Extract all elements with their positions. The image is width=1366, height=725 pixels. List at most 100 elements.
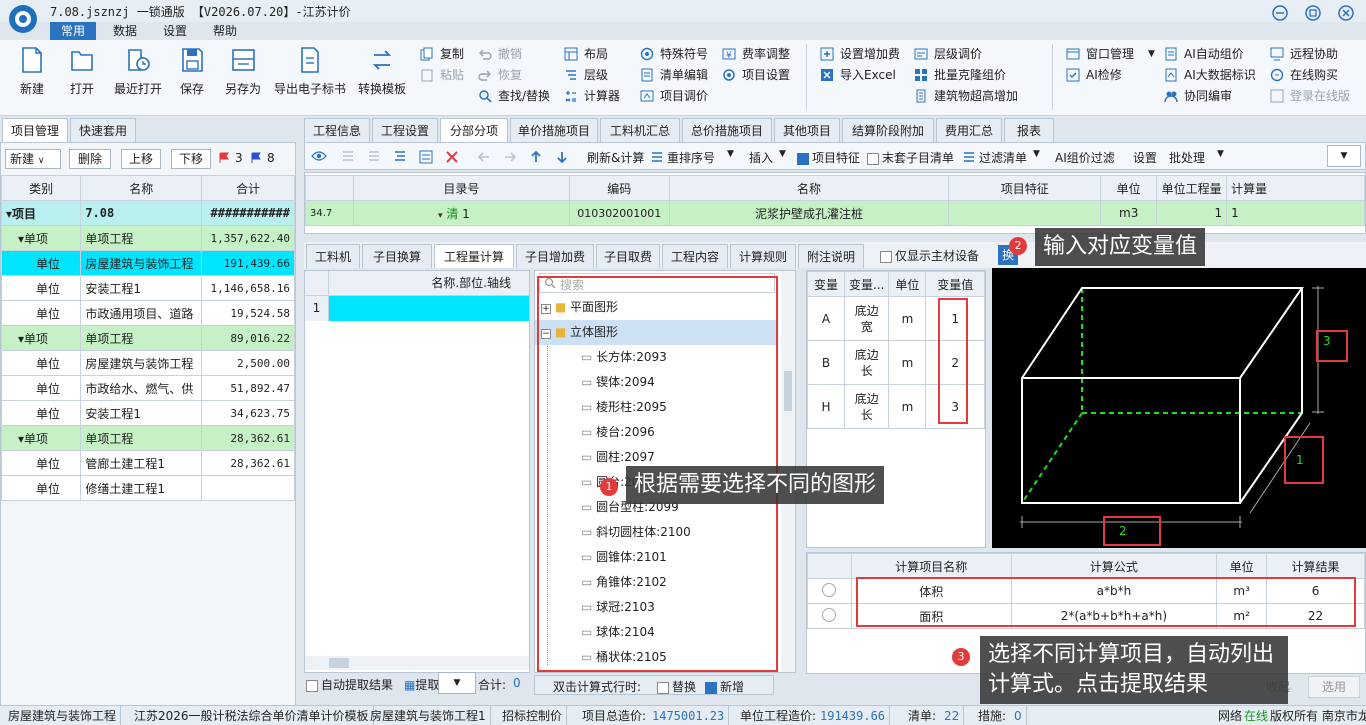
radio-volume[interactable] (807, 578, 852, 604)
menu-data[interactable]: 数据 (102, 22, 148, 40)
tab-quantity-calc[interactable]: 工程量计算 (434, 244, 514, 268)
chevron-down-icon[interactable]: ▼ (1217, 149, 1224, 159)
ai-price-filter-button[interactable]: AI组价过滤 (1055, 149, 1115, 166)
annotation-2: 输入对应变量值 (1035, 228, 1206, 266)
new-button[interactable]: 新建 (12, 46, 52, 97)
delete-icon[interactable] (445, 150, 459, 164)
show-main-material-checkbox[interactable]: 仅显示主材设备 (880, 247, 979, 264)
extract-dropdown[interactable]: ▼ (438, 672, 476, 694)
tab-materials[interactable]: 工料机 (306, 244, 360, 268)
table-row[interactable]: ▾单项 单项工程 28,362.61 (0, 425, 295, 451)
table-row[interactable]: 单位 修缮土建工程1 (0, 475, 295, 501)
arrow-down-icon[interactable] (555, 150, 569, 164)
extract-button[interactable]: ▦提取 (404, 676, 439, 693)
settings-button[interactable]: 设置 (1133, 149, 1157, 166)
table-row[interactable]: 34.7 ▾ 清 1 010302001001 泥浆护壁成孔灌注桩 m3 1 1 (305, 200, 1365, 226)
table-row[interactable]: 单位 管廊土建工程1 28,362.61 (0, 450, 295, 476)
blue-flag-icon[interactable] (251, 152, 261, 164)
delete-button[interactable]: 删除 (69, 149, 111, 169)
table-row[interactable]: ▾单项 单项工程 1,357,622.40 (0, 225, 295, 251)
collapse-all-icon[interactable] (419, 150, 433, 164)
horizontal-scrollbar[interactable] (305, 656, 529, 670)
refresh-calc-button[interactable]: 刷新&计算 (587, 149, 644, 166)
filter-icon[interactable] (963, 151, 975, 163)
tab-unit-measures[interactable]: 单价措施项目 (510, 118, 598, 142)
outdent-icon[interactable] (367, 150, 381, 164)
insert-button[interactable]: 插入 (749, 149, 773, 166)
tab-sub-extra-fee[interactable]: 子目增加费 (516, 244, 594, 268)
table-row[interactable]: 单位 房屋建筑与装饰工程 191,439.66 (0, 250, 295, 276)
tab-settlement-extra[interactable]: 结算阶段附加 (842, 118, 934, 142)
radio-area[interactable] (807, 603, 852, 629)
tab-sub-convert[interactable]: 子目换算 (362, 244, 432, 268)
new-line-checkbox[interactable]: 新增 (705, 678, 744, 695)
ribbon-separator (806, 44, 807, 110)
export-bid-button[interactable]: 导出电子标书 (272, 46, 348, 97)
filter-list-button[interactable]: 过滤清单 (979, 149, 1027, 166)
save-as-button[interactable]: 另存为 (220, 46, 266, 97)
tab-fee-summary[interactable]: 费用汇总 (936, 118, 1002, 142)
table-row[interactable]: 单位 市政给水、燃气、供 51,892.47 (0, 375, 295, 401)
indent-icon[interactable] (341, 150, 355, 164)
toolbar-more-dropdown[interactable]: ▼ (1327, 145, 1361, 167)
arrow-up-icon[interactable] (529, 150, 543, 164)
tab-total-measures[interactable]: 总价措施项目 (682, 118, 772, 142)
new-dropdown[interactable]: 新建 ∨ (5, 149, 61, 169)
tab-report[interactable]: 报表 (1004, 118, 1054, 142)
chevron-down-icon[interactable]: ▼ (1033, 149, 1040, 159)
status-unit: 房屋建筑与装饰工程 (4, 706, 122, 725)
tab-calc-rules[interactable]: 计算规则 (730, 244, 796, 268)
location-input[interactable] (329, 296, 529, 321)
menu-common[interactable]: 常用 (50, 22, 96, 40)
expand-icon[interactable] (393, 150, 407, 164)
tab-notes[interactable]: 附注说明 (798, 244, 864, 268)
tab-project-settings[interactable]: 工程设置 (372, 118, 438, 142)
move-down-button[interactable]: 下移 (171, 149, 211, 169)
tab-sub-fee[interactable]: 子目取费 (596, 244, 660, 268)
tab-project-manage[interactable]: 项目管理 (2, 118, 68, 142)
total-value: 0 (513, 676, 521, 690)
replace-checkbox[interactable]: 替换 (657, 678, 696, 695)
table-row[interactable]: 单位 安装工程1 1,146,658.16 (0, 275, 295, 301)
move-up-button[interactable]: 上移 (121, 149, 161, 169)
chevron-down-icon[interactable]: ▼ (727, 149, 734, 159)
tab-quick-apply[interactable]: 快速套用 (70, 118, 136, 142)
auto-extract-checkbox[interactable]: 自动提取结果 (306, 676, 393, 693)
recent-open-button[interactable]: 最近打开 (110, 46, 166, 97)
red-flag-icon[interactable] (219, 152, 229, 164)
arrow-left-icon[interactable] (477, 150, 491, 164)
col-var-unit: 单位 (888, 271, 927, 297)
table-row[interactable]: ▾单项 单项工程 89,016.22 (0, 325, 295, 351)
table-row[interactable]: ▾项目 7.08 ########### (0, 200, 295, 226)
status-project: 房屋建筑与装饰工程1 (366, 706, 491, 725)
chevron-down-icon[interactable]: ▼ (779, 149, 786, 159)
tab-project-info[interactable]: 工程信息 (304, 118, 370, 142)
open-button[interactable]: 打开 (62, 46, 102, 97)
eye-icon[interactable] (311, 150, 327, 162)
window-title: 7.08.jsznzj 一锁通版 【V2026.07.20】-江苏计价 (50, 5, 351, 19)
menu-settings[interactable]: 设置 (152, 22, 198, 40)
arrow-right-icon[interactable] (503, 150, 517, 164)
tab-material-summary[interactable]: 工料机汇总 (600, 118, 680, 142)
convert-template-button[interactable]: 转换模板 (354, 46, 410, 97)
reorder-button[interactable]: 重排序号 (667, 149, 715, 166)
batch-process-button[interactable]: 批处理 (1169, 149, 1205, 166)
save-button[interactable]: 保存 (172, 46, 212, 97)
table-row[interactable]: 单位 房屋建筑与装饰工程 2,500.00 (0, 350, 295, 376)
tab-work-content[interactable]: 工程内容 (662, 244, 728, 268)
close-icon[interactable] (1338, 5, 1354, 21)
menu-help[interactable]: 帮助 (202, 22, 248, 40)
tab-other-items[interactable]: 其他项目 (774, 118, 840, 142)
restore-icon[interactable] (1305, 5, 1321, 21)
app-logo-icon[interactable] (8, 4, 38, 34)
col-item-name: 名称 (668, 175, 950, 201)
item-feature-checkbox[interactable]: 项目特征 (797, 149, 860, 166)
reorder-icon[interactable] (651, 151, 663, 163)
table-row[interactable]: 单位 市政通用项目、道路 19,524.58 (0, 300, 295, 326)
table-row[interactable]: 单位 安装工程1 34,623.75 (0, 400, 295, 426)
unset-sub-list-checkbox[interactable]: 末套子目清单 (867, 149, 954, 166)
col-calc-qty: 计算量 (1226, 175, 1365, 201)
tab-sub-items[interactable]: 分部分项 (440, 118, 508, 142)
minimize-icon[interactable] (1272, 5, 1288, 21)
apply-button[interactable]: 选用 (1308, 676, 1360, 698)
